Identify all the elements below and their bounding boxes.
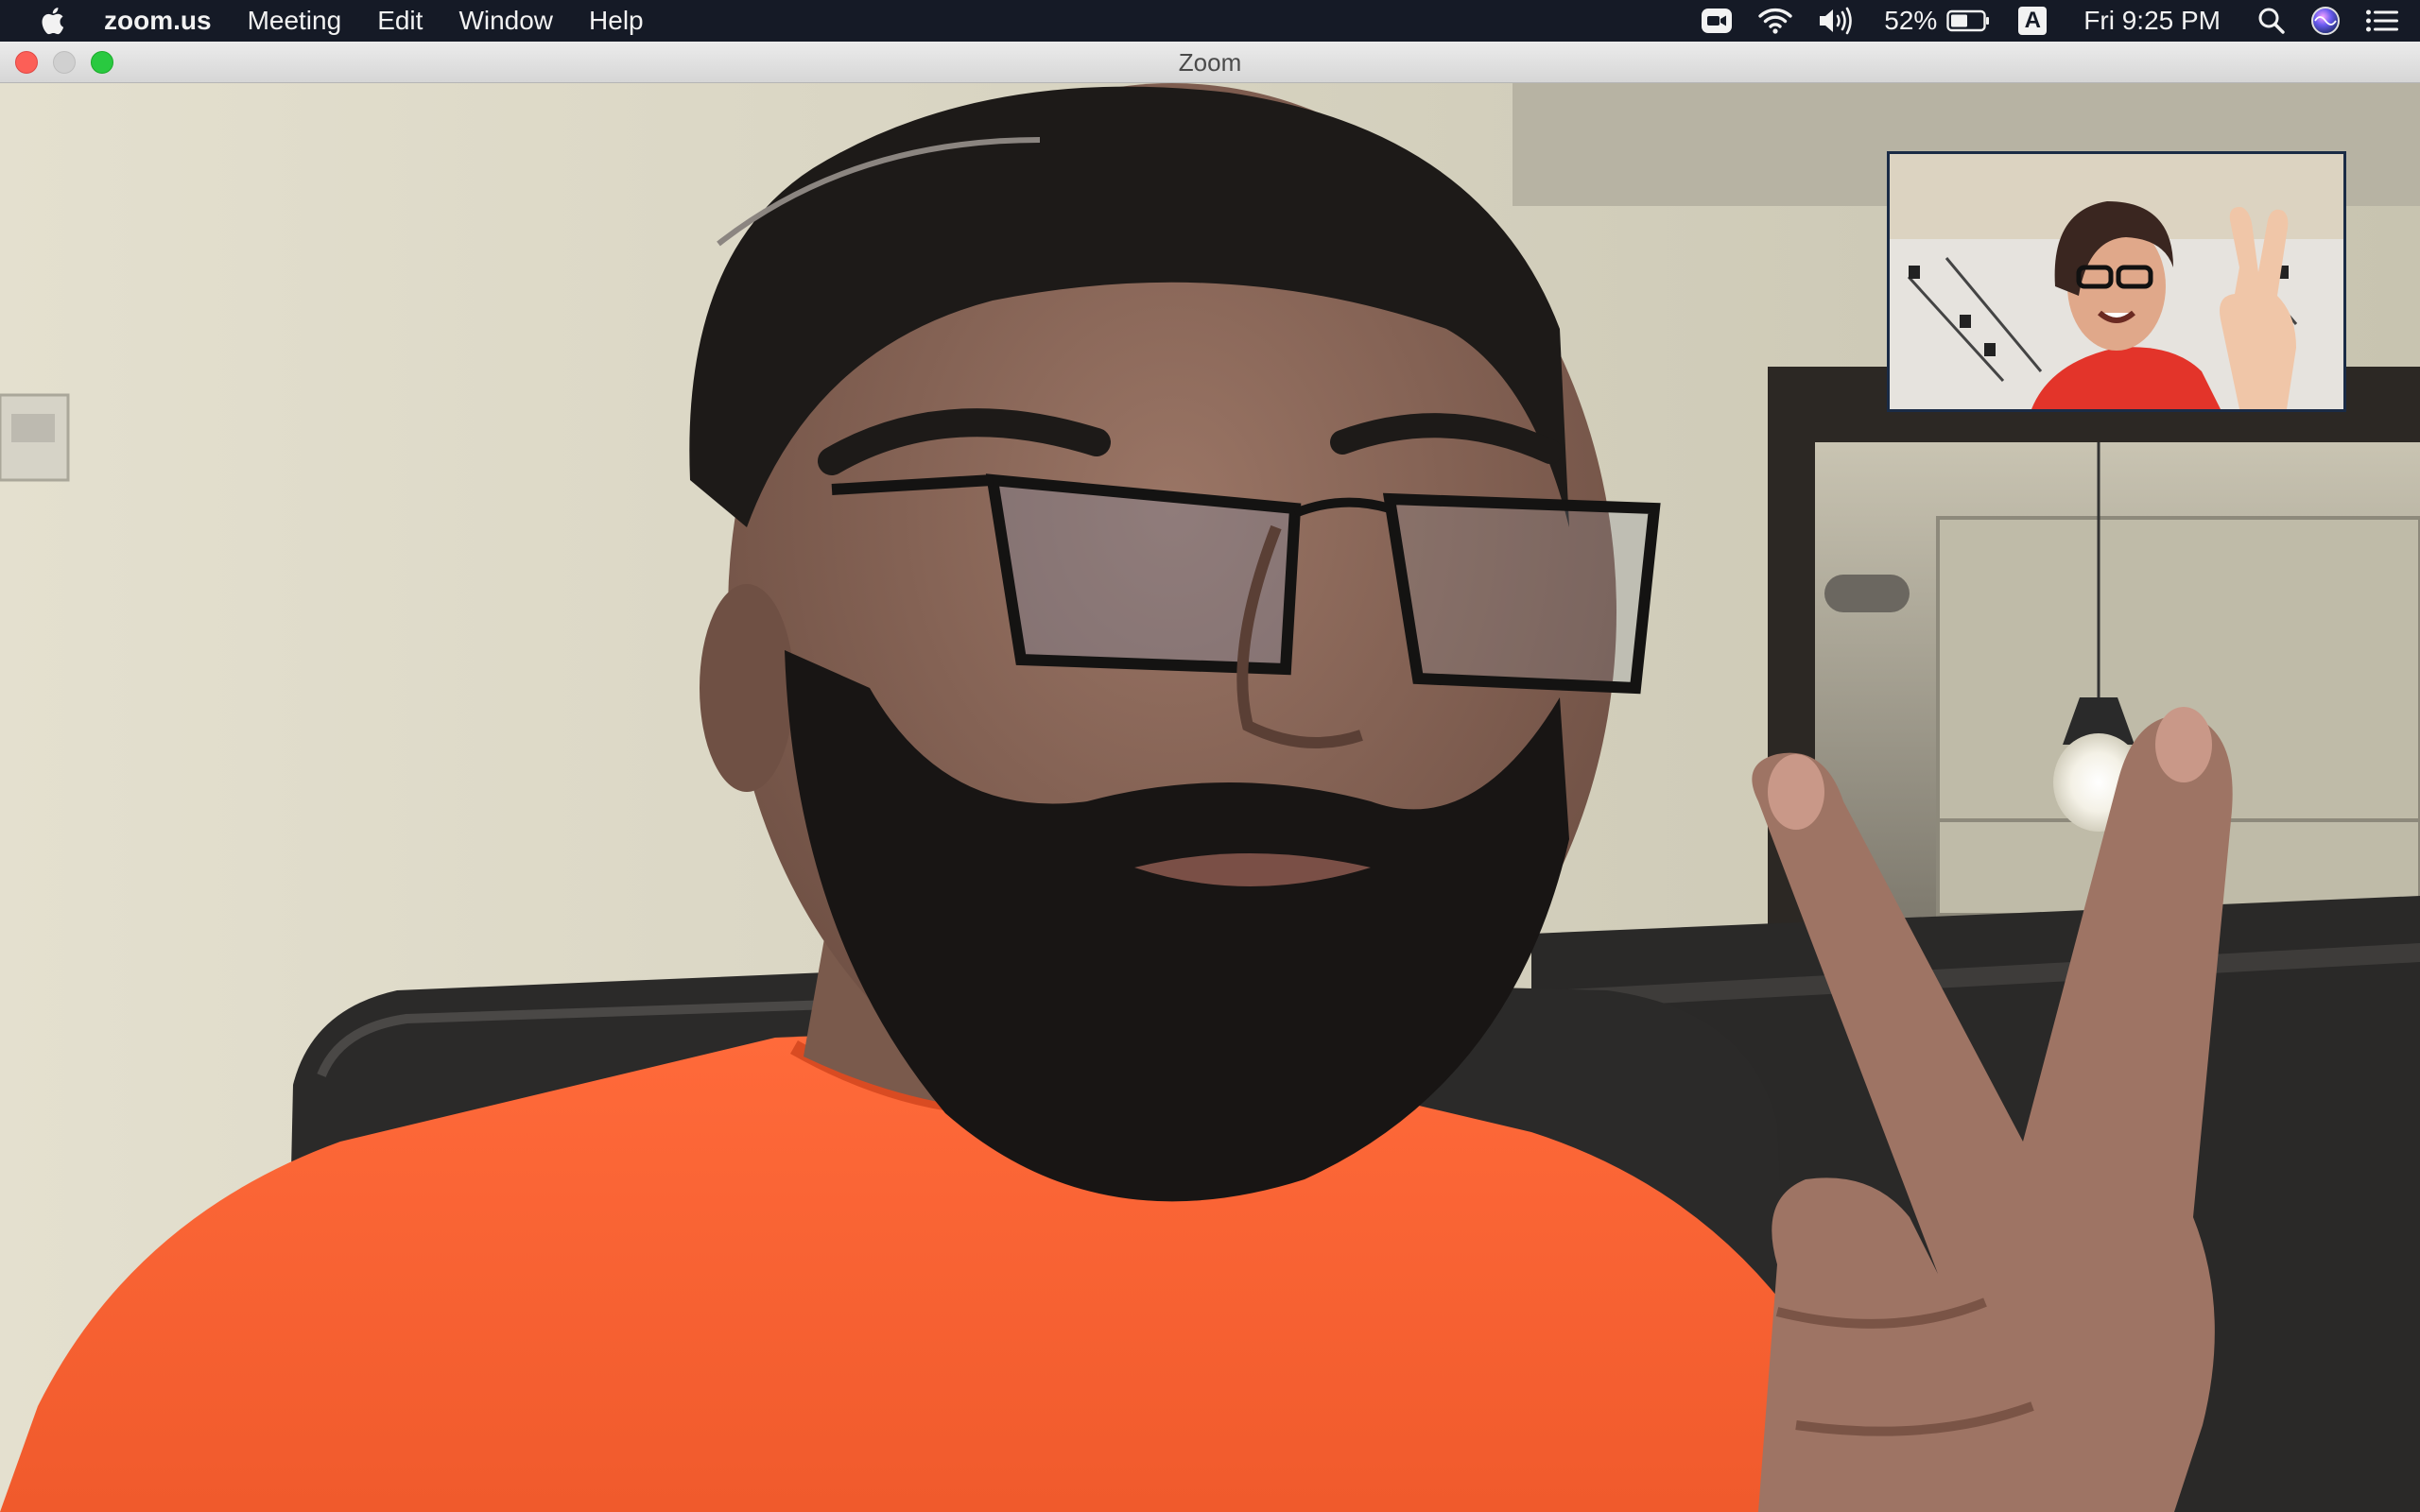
battery-percent: 52% <box>1884 6 1938 35</box>
self-view-frame <box>1890 154 2343 409</box>
volume-status-item[interactable] <box>1806 0 1872 42</box>
menu-bar: zoom.us Meeting Edit Window Help 52% A F… <box>0 0 2420 42</box>
siri-icon <box>2311 7 2340 35</box>
pipe <box>1824 575 1910 612</box>
wifi-status-item[interactable] <box>1745 0 1806 42</box>
battery-icon <box>1946 9 1990 32</box>
apple-menu-button[interactable] <box>0 0 104 42</box>
window-title: Zoom <box>1178 48 1242 77</box>
apple-icon <box>42 8 64 35</box>
zoom-status-item[interactable] <box>1688 0 1745 42</box>
menu-meeting[interactable]: Meeting <box>230 0 360 42</box>
self-view-video[interactable] <box>1887 151 2346 412</box>
window-title-bar[interactable]: Zoom <box>0 42 2420 83</box>
input-source-badge: A <box>2018 7 2048 35</box>
zoom-camera-icon <box>1702 9 1733 33</box>
menu-edit[interactable]: Edit <box>359 0 441 42</box>
notification-center-status-item[interactable] <box>2353 0 2420 42</box>
menu-help[interactable]: Help <box>571 0 662 42</box>
menu-window[interactable]: Window <box>441 0 571 42</box>
input-source-status-item[interactable]: A <box>1997 0 2059 42</box>
speaker-volume-icon <box>1820 7 1853 35</box>
list-icon <box>2366 9 2398 32</box>
menubar-clock[interactable]: Fri 9:25 PM <box>2059 0 2245 42</box>
battery-status-item[interactable]: 52% <box>1872 0 1997 42</box>
search-icon <box>2258 8 2285 34</box>
wifi-icon <box>1758 8 1792 34</box>
menu-app-name[interactable]: zoom.us <box>104 0 230 42</box>
input-source-letter: A <box>2024 8 2041 33</box>
siri-status-item[interactable] <box>2298 0 2353 42</box>
menu-bar-status-area: 52% A Fri 9:25 PM <box>1688 0 2420 42</box>
spotlight-status-item[interactable] <box>2245 0 2298 42</box>
menu-bar-left: zoom.us Meeting Edit Window Help <box>0 0 662 42</box>
